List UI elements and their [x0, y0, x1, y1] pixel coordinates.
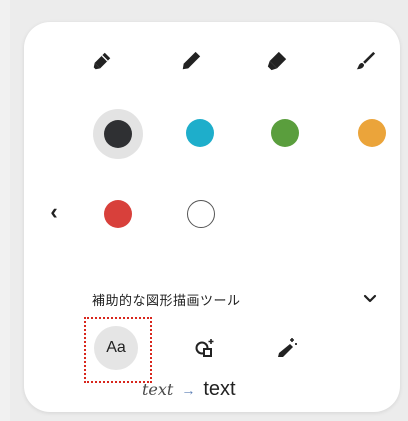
text-tool-button[interactable]: Aa — [94, 326, 138, 370]
back-arrow-icon[interactable]: ‹ — [44, 200, 64, 224]
felt-pen-icon — [93, 52, 111, 70]
pen-option-highlighter[interactable] — [262, 46, 292, 76]
magic-pen-tool-button[interactable] — [264, 326, 308, 370]
pen-icon — [182, 51, 201, 70]
color-swatch-black[interactable] — [93, 109, 143, 159]
color-swatch-green[interactable] — [271, 119, 299, 147]
convert-arrow-icon: → — [181, 382, 196, 398]
pen-option-felt[interactable] — [87, 46, 117, 76]
color-dot — [104, 120, 132, 148]
assist-tools-label: 補助的な図形描画ツール — [92, 294, 241, 309]
pen-option-brush[interactable] — [350, 46, 380, 76]
color-swatch-red[interactable] — [104, 200, 132, 228]
color-swatch-white[interactable] — [187, 200, 215, 228]
magic-pen-icon — [278, 338, 297, 357]
brush-icon — [356, 51, 376, 70]
pen-palette-panel: ‹ 補助的な図形描画ツール Aa text → text — [24, 22, 400, 412]
typed-sample: text — [203, 378, 236, 400]
pen-option-pen[interactable] — [176, 46, 206, 76]
color-swatch-orange[interactable] — [358, 119, 386, 147]
expand-chevron-icon[interactable] — [358, 286, 382, 310]
highlighter-icon — [267, 51, 287, 71]
color-swatch-cyan[interactable] — [186, 119, 214, 147]
handwriting-to-text-caption: text → text — [142, 378, 236, 401]
shape-tool-button[interactable] — [182, 326, 226, 370]
text-tool-label: Aa — [106, 339, 126, 356]
shape-sparkle-icon — [195, 339, 214, 357]
handwritten-sample: text — [142, 380, 174, 399]
